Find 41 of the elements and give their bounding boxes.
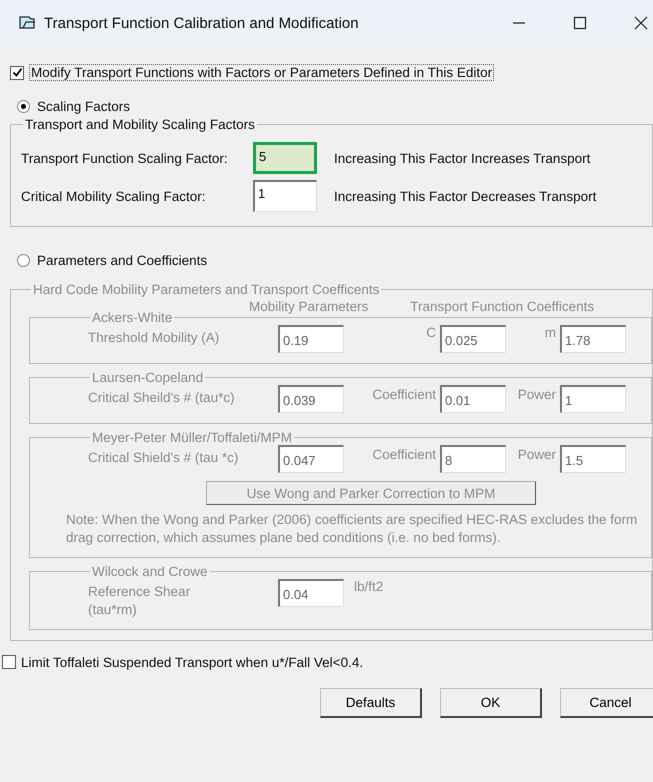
- checkbox[interactable]: [10, 66, 24, 80]
- field-label: Coefficient: [371, 446, 436, 462]
- group-title: Laursen-Copeland: [91, 370, 204, 385]
- hint-text: Increasing This Factor Decreases Transport: [334, 188, 596, 204]
- dialog-button[interactable]: Cancel: [560, 688, 653, 718]
- close-icon[interactable]: [633, 15, 649, 31]
- checkbox-label: Limit Toffaleti Suspended Transport when u*/Fall Vel<0.4.: [21, 654, 364, 670]
- column-header: Transport Function Coefficents: [410, 299, 594, 314]
- field-label: Power: [516, 446, 556, 462]
- radio-label: Parameters and Coefficients: [37, 253, 208, 268]
- checkbox[interactable]: [2, 655, 16, 670]
- maximize-icon[interactable]: [572, 15, 588, 31]
- field-label: Threshold Mobility (A): [88, 329, 220, 347]
- column-header: Mobility Parameters: [249, 299, 368, 314]
- field-label: Transport Function Scaling Factor:: [21, 150, 229, 166]
- input-field[interactable]: 5: [253, 142, 317, 174]
- dialog-button[interactable]: Defaults: [320, 688, 422, 718]
- window-title: Transport Function Calibration and Modification: [44, 14, 360, 32]
- field-label: Critical Mobility Scaling Factor:: [21, 188, 207, 204]
- radio-label: Scaling Factors: [37, 99, 130, 114]
- field-label: m: [544, 325, 556, 340]
- unit-label: lb/ft2: [354, 579, 384, 594]
- checkbox-label: Modify Transport Functions with Factors or Parameters Defined in This Editor: [29, 64, 494, 81]
- field-label: Critical Sheild's # (tau*c): [88, 389, 236, 407]
- field-label: Power: [516, 386, 556, 402]
- group-title: Transport and Mobility Scaling Factors: [24, 117, 256, 132]
- note-text: Note: When the Wong and Parker (2006) coefficients are specified HEC-RAS excludes the form drag correction, which assumes plane bed conditions (i.e. no bed forms).: [66, 511, 638, 548]
- group-title: Hard Code Mobility Parameters and Transport Coefficents: [32, 282, 380, 297]
- field-label: Reference Shear (tau*rm): [88, 583, 192, 619]
- radio-button[interactable]: [17, 100, 30, 113]
- window-icon: [18, 15, 36, 31]
- group-title: Wilcock and Crowe: [91, 564, 209, 580]
- field-label: Coefficient: [371, 386, 436, 402]
- dialog-button[interactable]: OK: [440, 688, 542, 718]
- group-title: Meyer-Peter Müller/Toffaleti/MPM: [91, 430, 294, 445]
- field-label: Critical Shield's # (tau *c): [88, 449, 240, 467]
- hint-text: Increasing This Factor Increases Transport: [334, 150, 590, 166]
- input-field[interactable]: 1: [253, 180, 317, 212]
- radio-button[interactable]: [17, 254, 30, 267]
- group-title: Ackers-White: [91, 310, 174, 325]
- field-label: C: [425, 325, 436, 340]
